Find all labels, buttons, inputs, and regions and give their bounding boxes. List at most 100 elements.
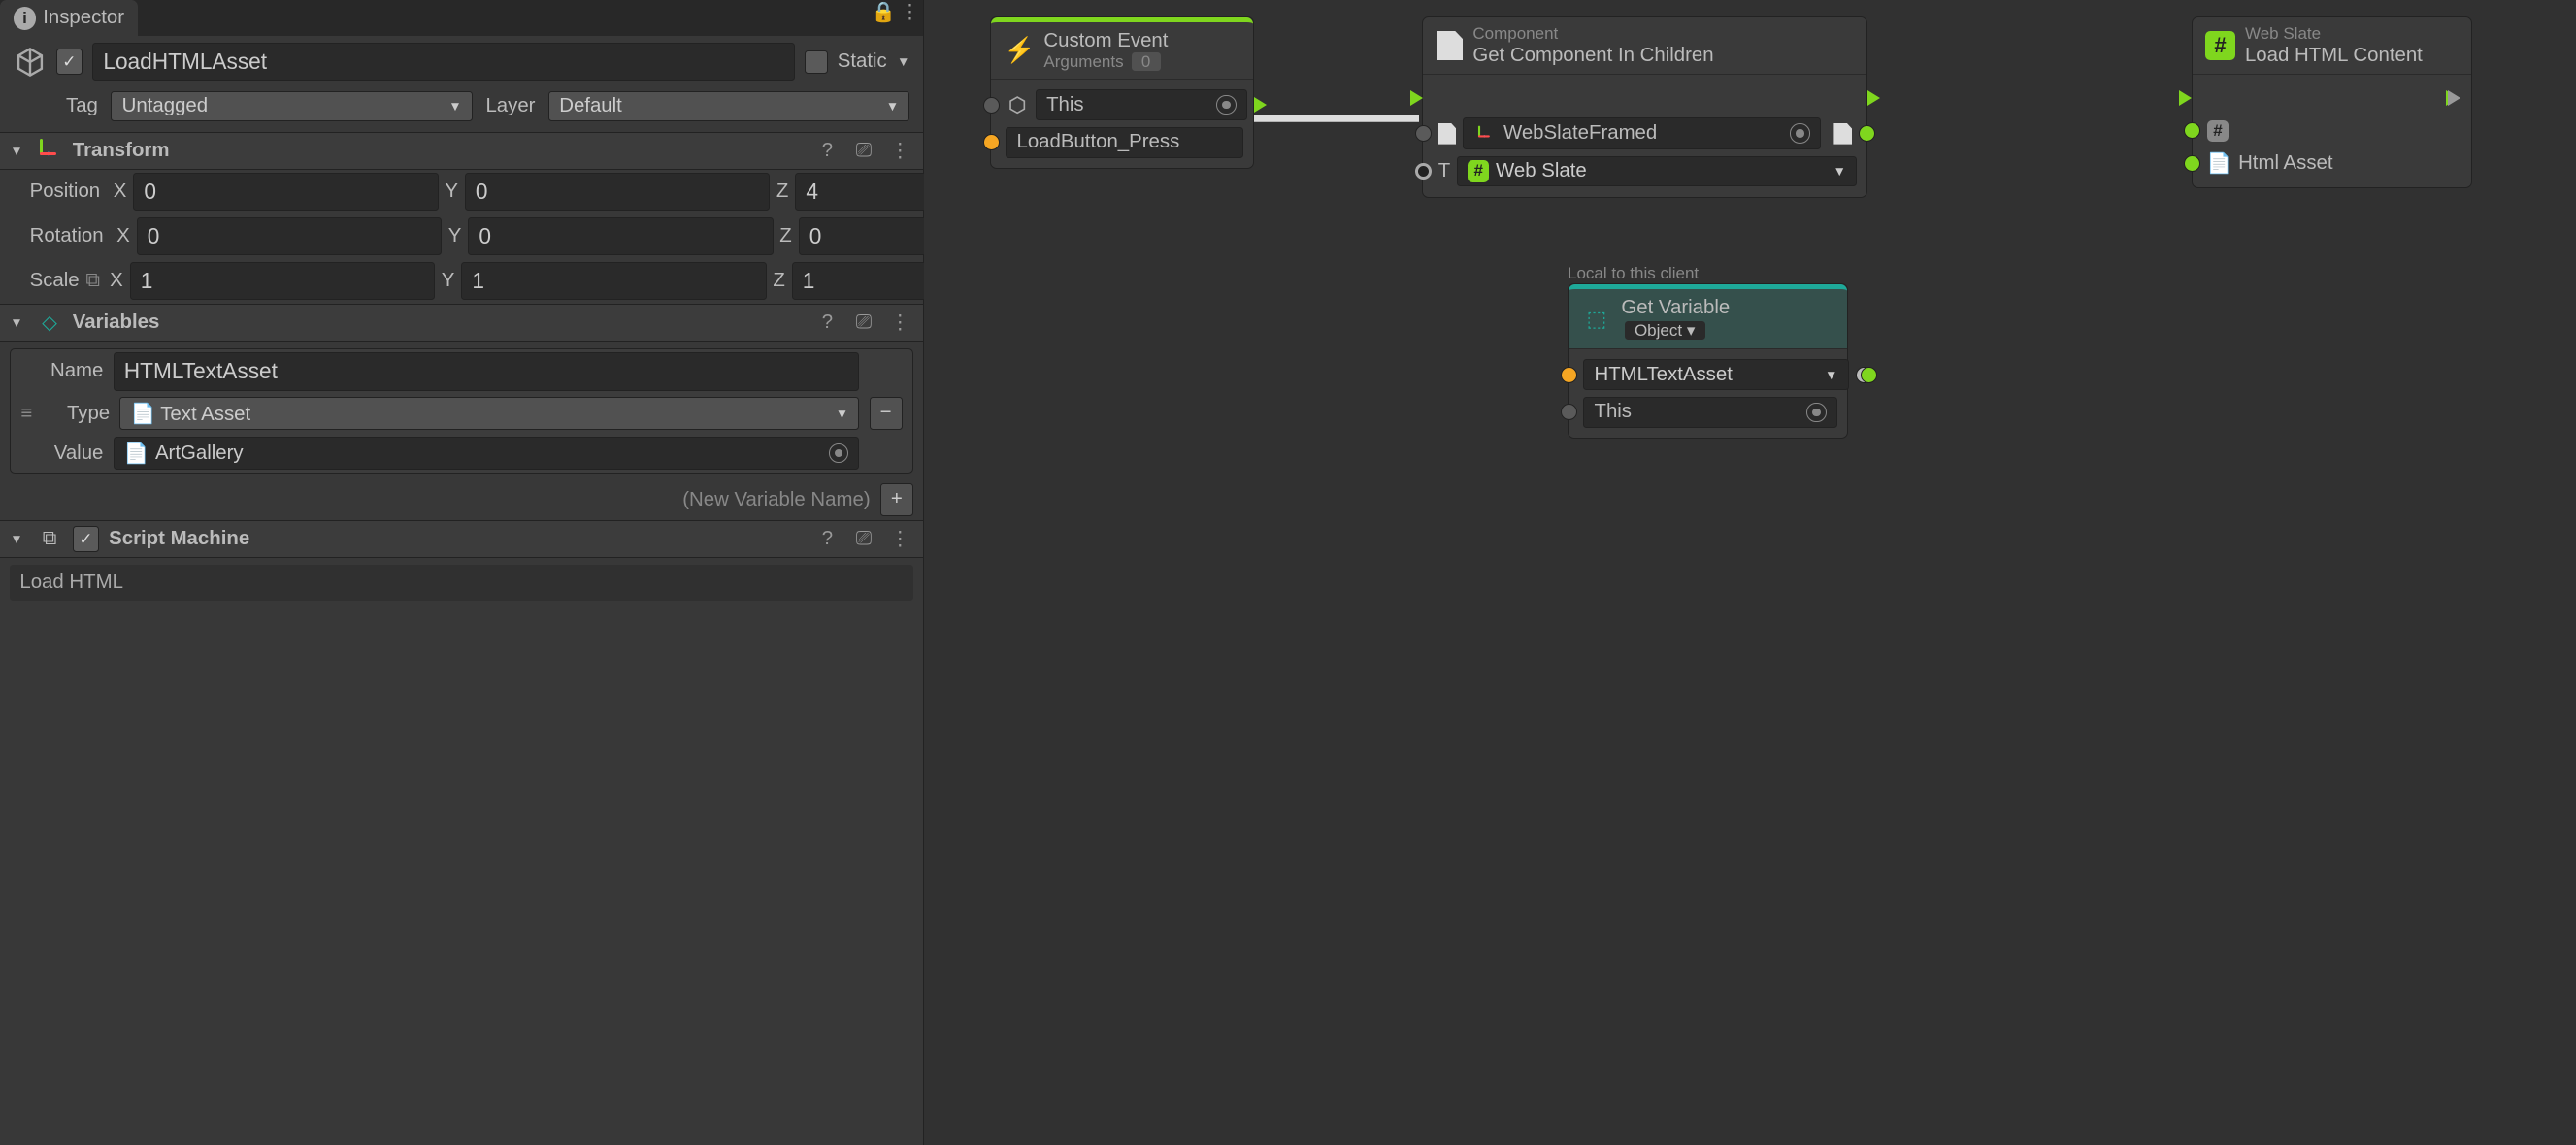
port-in-name[interactable]: [983, 134, 1000, 150]
script-machine-header[interactable]: ▼ ⧉ ✓ Script Machine ? ⎚ ⋮: [0, 520, 923, 558]
help-icon[interactable]: ?: [814, 311, 841, 334]
tag-layer-row: Tag Untagged▼ Layer Default▼: [0, 87, 923, 131]
transform-header[interactable]: ▼ Transform ? ⎚ ⋮: [0, 132, 923, 170]
node-get-variable[interactable]: ⬚ Get Variable Object ▾ HTMLTextAsset▼ T…: [1568, 283, 1848, 439]
help-icon[interactable]: ?: [814, 528, 841, 550]
link-icon[interactable]: ⧉: [85, 270, 100, 292]
port-in-name[interactable]: [1561, 367, 1577, 383]
text-asset-icon: 📄: [2207, 151, 2231, 176]
new-var-hint: (New Variable Name): [682, 489, 870, 511]
position-y[interactable]: [465, 173, 770, 211]
rotation-y[interactable]: [468, 217, 773, 255]
help-icon[interactable]: ?: [814, 140, 841, 162]
position-row: Position X Y Z: [0, 170, 923, 214]
info-icon: i: [14, 7, 37, 30]
text-asset-icon: 📄: [131, 404, 155, 425]
scale-x[interactable]: [130, 262, 435, 300]
port-out-flow[interactable]: [1254, 97, 1267, 113]
cube-icon: [1006, 93, 1029, 116]
context-menu-icon[interactable]: ⋮: [887, 527, 913, 551]
port-out-play[interactable]: [2448, 90, 2460, 106]
target-field[interactable]: This: [1036, 89, 1247, 120]
scale-row: Scale ⧉ X Y Z: [0, 259, 923, 304]
fold-icon: ▼: [10, 532, 26, 546]
object-picker-icon[interactable]: [829, 443, 848, 463]
lock-icon[interactable]: 🔒: [871, 0, 897, 36]
node-header[interactable]: # Web Slate Load HTML Content: [2193, 17, 2471, 75]
static-checkbox[interactable]: [805, 50, 828, 74]
node-title: Get Component In Children: [1472, 44, 1713, 67]
port-in-type[interactable]: [1415, 163, 1432, 180]
port-in-flow[interactable]: [1410, 90, 1423, 106]
port-out-flow[interactable]: [1867, 90, 1880, 106]
var-type-dropdown[interactable]: 📄 Text Asset▼: [119, 397, 859, 430]
scale-label: Scale: [14, 270, 80, 292]
target-field[interactable]: WebSlateFramed: [1463, 117, 1821, 149]
remove-var-button[interactable]: −: [870, 397, 903, 430]
node-load-html[interactable]: # Web Slate Load HTML Content # 📄 Html A…: [2192, 16, 2472, 188]
static-dropdown-icon[interactable]: ▼: [897, 54, 909, 69]
preset-icon[interactable]: ⎚: [850, 140, 876, 162]
gameobject-icon[interactable]: [14, 46, 47, 79]
node-get-component[interactable]: Component Get Component In Children WebS…: [1422, 16, 1867, 198]
layer-label: Layer: [485, 95, 535, 117]
hash-icon: #: [2207, 120, 2229, 142]
event-name-field[interactable]: LoadButton_Press: [1006, 127, 1243, 158]
transform-icon: [36, 138, 62, 164]
variables-icon: ◇: [36, 310, 62, 336]
add-var-button[interactable]: +: [880, 483, 913, 516]
script-enabled-checkbox[interactable]: ✓: [73, 526, 99, 552]
var-value-field[interactable]: 📄 ArtGallery: [114, 437, 860, 470]
context-menu-icon[interactable]: ⋮: [887, 311, 913, 335]
port-in-fallback[interactable]: [1561, 404, 1577, 420]
fallback-field[interactable]: This: [1583, 397, 1837, 428]
enabled-checkbox[interactable]: ✓: [56, 49, 83, 75]
object-picker-icon[interactable]: [1806, 403, 1826, 422]
gameobject-name-field[interactable]: [92, 43, 794, 81]
graph-name-field[interactable]: Load HTML: [10, 565, 913, 601]
tag-dropdown[interactable]: Untagged▼: [111, 91, 472, 122]
var-name-field[interactable]: [114, 352, 860, 390]
transform-title: Transform: [73, 140, 805, 162]
object-picker-icon[interactable]: [1216, 95, 1236, 114]
context-menu-icon[interactable]: ⋮: [887, 139, 913, 163]
port-in-target[interactable]: [2184, 122, 2200, 139]
node-title: Load HTML Content: [2245, 44, 2423, 67]
layer-dropdown[interactable]: Default▼: [548, 91, 909, 122]
context-menu-icon[interactable]: ⋮: [897, 0, 923, 36]
fold-icon: ▼: [10, 144, 26, 158]
tag-value: Untagged: [122, 95, 208, 117]
node-header[interactable]: Component Get Component In Children: [1423, 17, 1866, 75]
scale-y[interactable]: [461, 262, 766, 300]
port-in-target[interactable]: [1415, 125, 1432, 142]
port-out-result[interactable]: [1859, 125, 1875, 142]
node-header[interactable]: ⚡ Custom Event Arguments 0: [991, 17, 1253, 80]
port-out-value[interactable]: [1861, 367, 1877, 383]
variables-title: Variables: [73, 311, 805, 334]
node-custom-event[interactable]: ⚡ Custom Event Arguments 0 This LoadButt…: [990, 16, 1254, 169]
port-in-html-asset[interactable]: [2184, 155, 2200, 172]
inspector-tab[interactable]: i Inspector: [0, 0, 138, 36]
position-x[interactable]: [133, 173, 438, 211]
port-in-target[interactable]: [983, 97, 1000, 114]
rotation-x[interactable]: [137, 217, 442, 255]
var-value: ArtGallery: [155, 442, 244, 465]
preset-icon[interactable]: ⎚: [850, 528, 876, 550]
variables-header[interactable]: ▼ ◇ Variables ? ⎚ ⋮: [0, 304, 923, 342]
inspector-panel: i Inspector 🔒 ⋮ ✓ Static ▼ Tag Untagged▼…: [0, 0, 924, 1145]
port-in-flow[interactable]: [2179, 90, 2192, 106]
var-name-dropdown[interactable]: HTMLTextAsset▼: [1583, 359, 1848, 390]
preset-icon[interactable]: ⎚: [850, 311, 876, 334]
object-picker-icon[interactable]: [1790, 123, 1809, 143]
type-label: T: [1438, 160, 1450, 182]
script-graph-canvas[interactable]: ⚡ Custom Event Arguments 0 This LoadButt…: [924, 0, 2576, 1145]
type-dropdown[interactable]: #Web Slate▼: [1457, 156, 1857, 187]
node-category: Component: [1472, 24, 1713, 44]
node-header[interactable]: ⬚ Get Variable Object ▾: [1569, 284, 1847, 349]
variable-box: Name ≡ Type 📄 Text Asset▼ − Value 📄 ArtG…: [10, 348, 913, 474]
drag-handle-icon[interactable]: ≡: [20, 403, 34, 425]
kind-dropdown[interactable]: Object ▾: [1625, 321, 1705, 340]
rotation-label: Rotation: [14, 225, 104, 247]
position-label: Position: [14, 180, 101, 203]
hash-icon: #: [1468, 160, 1489, 181]
